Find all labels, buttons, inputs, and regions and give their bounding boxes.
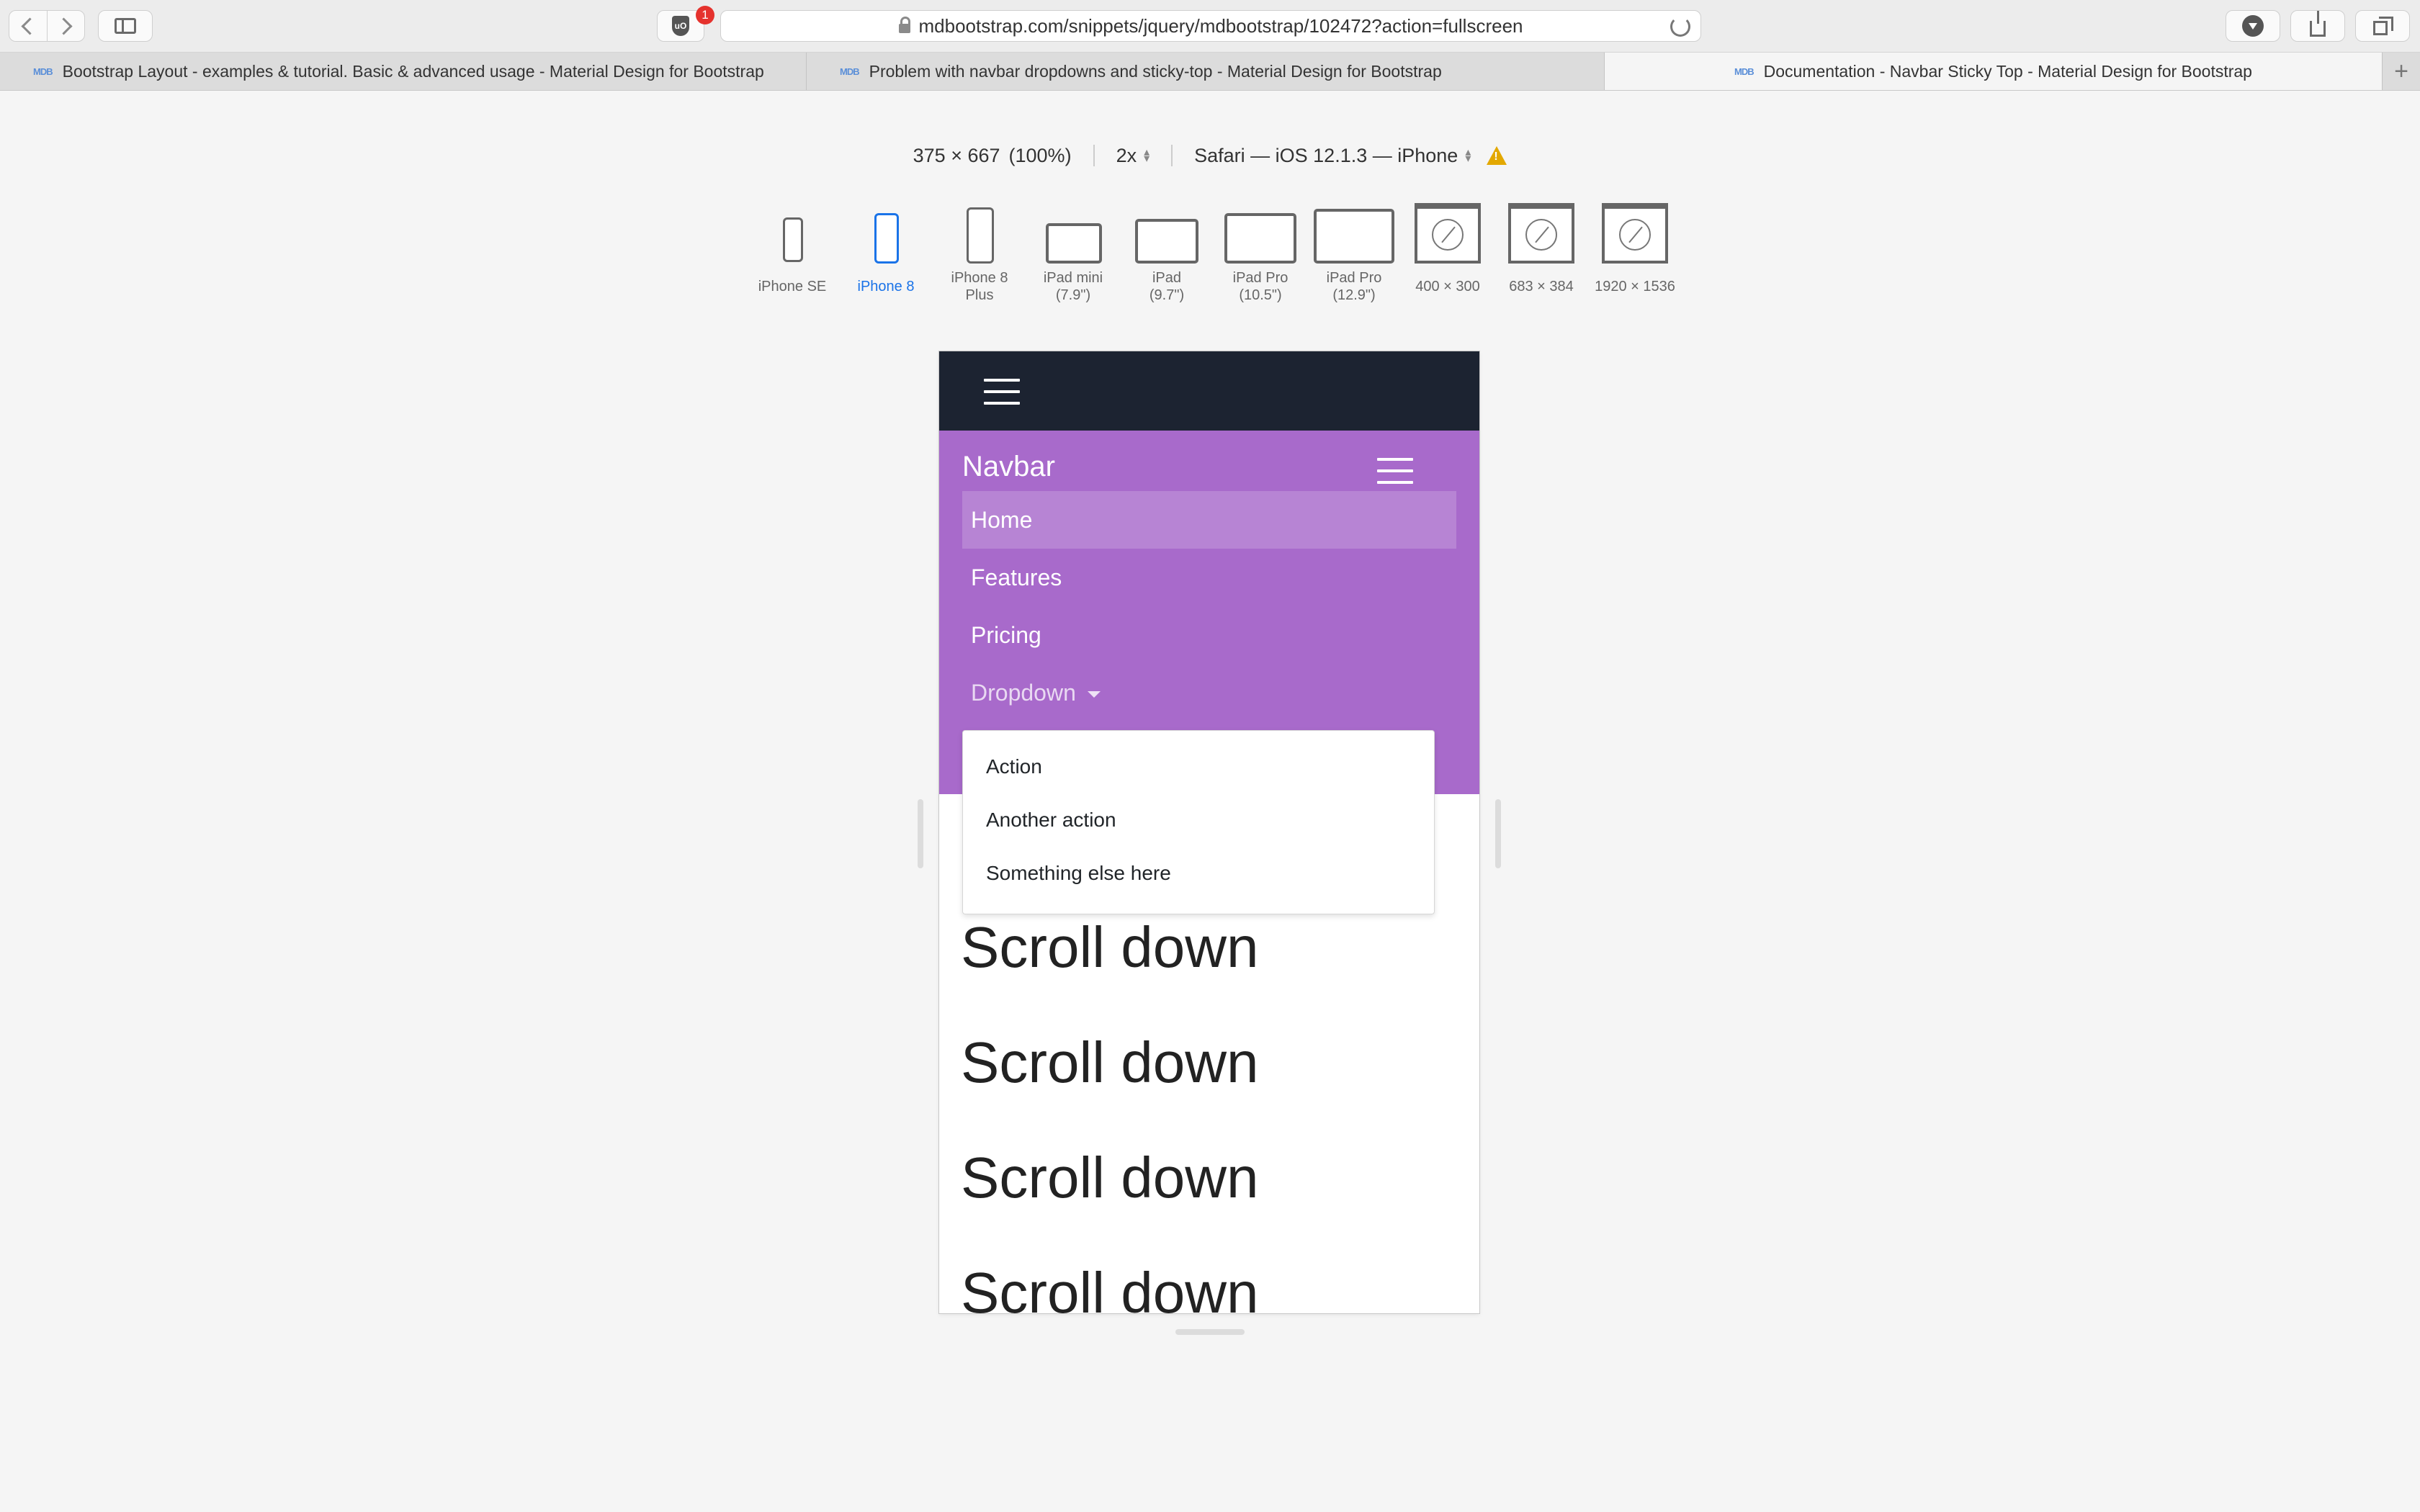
tablet-icon (1135, 219, 1198, 264)
sidebar-icon (115, 18, 136, 34)
tablet-icon (1046, 223, 1102, 264)
device-label-sub: Plus (965, 287, 994, 303)
nav-link-pricing[interactable]: Pricing (962, 606, 1456, 664)
tab-navbar-problem[interactable]: MDB Problem with navbar dropdowns and st… (807, 53, 1605, 90)
scroll-down-text: Scroll down (961, 915, 1259, 979)
dropdown-menu: Action Another action Something else her… (962, 730, 1435, 914)
share-button[interactable] (2290, 10, 2345, 42)
mdb-favicon-icon: MDB (1734, 66, 1754, 77)
nav-dropdown-toggle[interactable]: Dropdown (962, 664, 1456, 721)
viewport-resize-handle-right[interactable] (1495, 799, 1501, 868)
reload-icon[interactable] (1670, 17, 1690, 37)
downloads-button[interactable] (2226, 10, 2280, 42)
device-label: iPhone 8 (951, 270, 1008, 286)
tab-overview-button[interactable] (2355, 10, 2410, 42)
pixel-ratio-select[interactable]: 2x ▴ ▾ (1116, 145, 1150, 167)
top-dark-navbar (939, 351, 1479, 431)
device-label: 1920 × 1536 (1595, 279, 1675, 294)
hamburger-menu-icon[interactable] (984, 379, 1020, 405)
device-label: 400 × 300 (1415, 279, 1480, 294)
divider (1093, 145, 1095, 166)
dropdown-item-action[interactable]: Action (986, 755, 1042, 778)
dropdown-item-another-action[interactable]: Another action (986, 809, 1116, 832)
phone-icon (874, 213, 899, 264)
url-text: mdbootstrap.com/snippets/jquery/mdbootst… (918, 14, 1523, 37)
updown-chevron-icon: ▴ ▾ (1144, 145, 1150, 165)
viewport-size: 375 × 667 (913, 144, 1000, 166)
device-label: iPad Pro (1326, 270, 1382, 286)
browser-window-icon (1508, 203, 1574, 264)
dropdown-label: Dropdown (971, 679, 1076, 706)
forward-button[interactable] (46, 11, 85, 41)
device-viewport: Scroll down Scroll down Scroll down Scro… (939, 351, 1479, 1313)
viewport-resize-handle-bottom[interactable] (1175, 1329, 1245, 1335)
tab-strip: MDB Bootstrap Layout - examples & tutori… (0, 53, 2420, 91)
tab-title: Documentation - Navbar Sticky Top - Mate… (1763, 61, 2252, 81)
chevron-left-icon (21, 17, 39, 35)
viewport-resize-handle-left[interactable] (918, 799, 923, 868)
ublock-badge: 1 (696, 6, 714, 24)
compass-icon (1525, 219, 1557, 251)
pixel-ratio-value: 2x (1116, 144, 1137, 166)
back-button[interactable] (9, 11, 47, 41)
history-nav-group (9, 10, 85, 42)
mdb-favicon-icon: MDB (33, 66, 53, 77)
browser-window-icon (1602, 203, 1668, 264)
device-label: iPad mini (1043, 270, 1103, 286)
tabs-icon (2373, 17, 2393, 35)
divider (1171, 145, 1173, 166)
dropdown-item-something-else[interactable]: Something else here (986, 862, 1171, 885)
navbar-toggler-icon[interactable] (1377, 458, 1413, 484)
tab-title: Problem with navbar dropdowns and sticky… (869, 61, 1442, 81)
device-label-sub: (9.7") (1149, 287, 1185, 303)
device-label-sub: (12.9") (1332, 287, 1376, 303)
responsive-info-bar: 375 × 667 (100%) 2x ▴ ▾ Safari — iOS 12.1.… (0, 141, 2420, 170)
scroll-down-text: Scroll down (961, 1261, 1259, 1313)
navbar-brand[interactable]: Navbar (962, 451, 1055, 483)
device-label: 683 × 384 (1509, 279, 1574, 294)
device-label-sub: (10.5") (1239, 287, 1282, 303)
chevron-right-icon (55, 17, 73, 35)
tab-navbar-sticky-top[interactable]: MDB Documentation - Navbar Sticky Top - … (1605, 53, 2383, 90)
device-label: iPhone 8 (857, 279, 915, 294)
compass-icon (1432, 219, 1464, 251)
nav-link-features[interactable]: Features (962, 549, 1456, 606)
address-bar[interactable]: mdbootstrap.com/snippets/jquery/mdbootst… (720, 10, 1701, 42)
device-presets: iPhone SE iPhone 8 iPhone 8 Plus iPad mi… (742, 203, 1678, 311)
caret-down-icon (1087, 690, 1101, 698)
tab-title: Bootstrap Layout - examples & tutorial. … (62, 61, 764, 81)
browser-window-icon (1415, 203, 1481, 264)
mdb-favicon-icon: MDB (840, 66, 860, 77)
nav-link-home[interactable]: Home (962, 491, 1456, 549)
shield-icon: uO (672, 16, 689, 36)
user-agent-select[interactable]: Safari — iOS 12.1.3 — iPhone ▴ ▾ (1194, 145, 1471, 167)
warning-icon[interactable]: ! (1487, 146, 1507, 165)
phone-icon (783, 217, 803, 262)
new-tab-button[interactable]: + (2387, 53, 2416, 90)
share-icon (2310, 11, 2326, 37)
tab-bootstrap-layout[interactable]: MDB Bootstrap Layout - examples & tutori… (0, 53, 807, 90)
phone-icon (967, 207, 994, 264)
scroll-down-text: Scroll down (961, 1146, 1259, 1210)
device-label: iPhone SE (758, 279, 827, 294)
lock-icon (898, 16, 910, 33)
device-label: iPad Pro (1232, 270, 1289, 286)
tablet-icon (1314, 209, 1394, 264)
user-agent-value: Safari — iOS 12.1.3 — iPhone (1194, 144, 1458, 166)
device-label-sub: (7.9") (1055, 287, 1091, 303)
scroll-down-text: Scroll down (961, 1030, 1259, 1094)
browser-toolbar: uO 1 mdbootstrap.com/snippets/jquery/mdb… (0, 0, 2420, 53)
updown-chevron-icon: ▴ ▾ (1465, 145, 1471, 165)
viewport-zoom: (100%) (1008, 144, 1072, 166)
compass-icon (1619, 219, 1651, 251)
sidebar-toggle-button[interactable] (98, 10, 153, 42)
tablet-icon (1224, 213, 1296, 264)
device-label: iPad (1152, 270, 1182, 286)
download-icon (2242, 15, 2264, 37)
